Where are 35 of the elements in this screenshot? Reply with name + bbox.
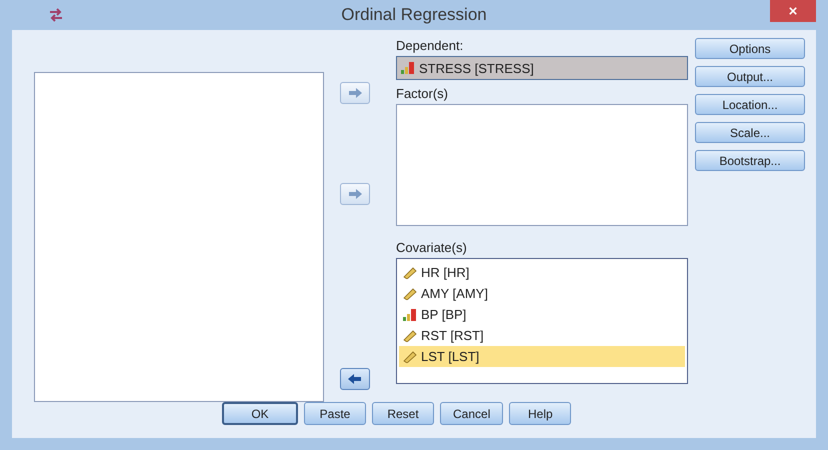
dialog-button[interactable]: Bootstrap...: [695, 150, 805, 171]
window-title: Ordinal Regression: [341, 5, 487, 25]
dependent-field[interactable]: STRESS [STRESS]: [396, 56, 688, 80]
dependent-label: Dependent:: [396, 38, 464, 54]
variable-name: STRESS [STRESS]: [419, 60, 534, 76]
right-arrow-icon: [348, 189, 362, 199]
factors-list[interactable]: [396, 104, 688, 226]
move-button[interactable]: [340, 368, 370, 390]
dialog-button[interactable]: OK: [222, 402, 298, 425]
ruler-icon: [403, 350, 417, 362]
left-arrow-icon: [348, 374, 362, 384]
covariates-list[interactable]: HR [HR] AMY [AMY] BP [BP] RST [RST] LST [LST]: [396, 258, 688, 384]
covariates-label: Covariate(s): [396, 240, 468, 256]
ruler-icon: [403, 266, 417, 278]
factors-label: Factor(s): [396, 86, 449, 102]
dialog-button[interactable]: Options: [695, 38, 805, 59]
right-arrow-icon: [348, 88, 362, 98]
ruler-icon: [403, 288, 417, 300]
dialog-button[interactable]: Paste: [304, 402, 366, 425]
close-button[interactable]: ×: [770, 0, 816, 22]
dialog-button[interactable]: Cancel: [440, 402, 504, 425]
list-item[interactable]: LST [LST]: [399, 346, 685, 367]
list-item[interactable]: HR [HR]: [399, 262, 685, 283]
list-item[interactable]: BP [BP]: [399, 304, 685, 325]
bar-chart-icon: [403, 308, 417, 320]
ruler-icon: [403, 330, 417, 342]
list-item[interactable]: RST [RST]: [399, 325, 685, 346]
arrows-icon: [48, 8, 64, 22]
dialog-button[interactable]: Scale...: [695, 122, 805, 143]
dialog-button[interactable]: Reset: [372, 402, 434, 425]
bar-chart-icon: [401, 62, 415, 74]
dialog-button[interactable]: Output...: [695, 66, 805, 87]
list-item[interactable]: AMY [AMY]: [399, 283, 685, 304]
dialog-button[interactable]: Help: [509, 402, 572, 425]
dialog-button[interactable]: Location...: [695, 94, 805, 115]
